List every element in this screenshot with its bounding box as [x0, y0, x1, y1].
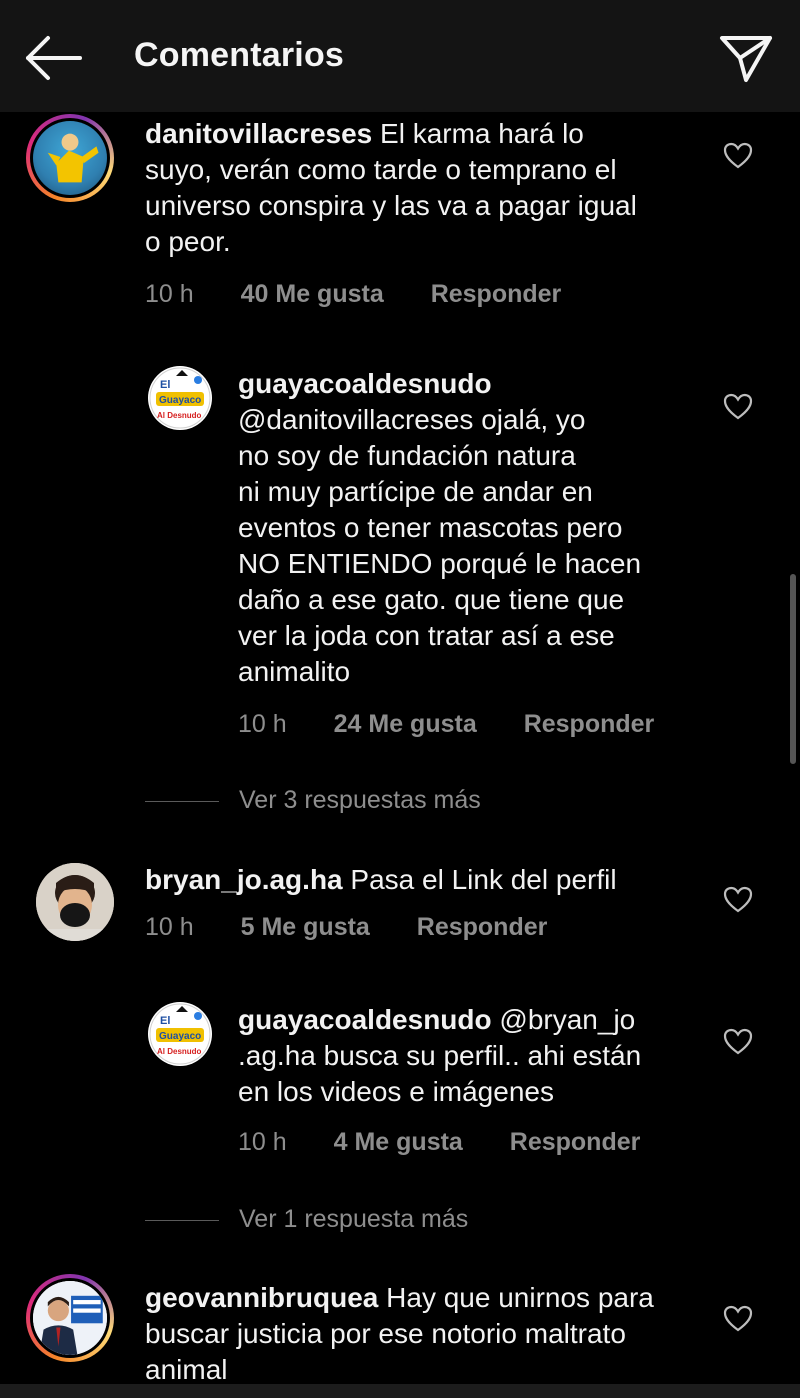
logo-text-bottom: Al Desnudo — [157, 1047, 202, 1056]
comment-text: bryan_jo.ag.ha Pasa el Link del perfil — [145, 862, 715, 898]
likes-count[interactable]: 4 Me gusta — [334, 1128, 463, 1156]
comment-body-line: NO ENTIENDO porqué le hacen — [238, 548, 642, 579]
reply-button[interactable]: Responder — [431, 280, 562, 308]
comment-body-line: no soy de fundación natura — [238, 440, 576, 471]
comment-time: 10 h — [145, 913, 194, 941]
avatar-photo-icon — [47, 133, 99, 183]
page-title: Comentarios — [134, 36, 345, 74]
logo-text-bottom: Al Desnudo — [157, 411, 202, 420]
heart-icon[interactable] — [723, 1305, 753, 1333]
avatar-photo-icon — [36, 863, 114, 941]
logo-text-top: El — [160, 379, 170, 391]
header-bar: Comentarios — [0, 0, 800, 112]
comment-time: 10 h — [145, 280, 194, 308]
comment-meta: 10 h 5 Me gusta Responder — [145, 913, 547, 942]
heart-icon[interactable] — [723, 393, 753, 421]
comment-text: danitovillacreses El karma hará lo suyo,… — [145, 116, 715, 260]
comment-username[interactable]: guayacoaldesnudo — [238, 1004, 492, 1035]
comment-meta: 10 h 40 Me gusta Responder — [145, 280, 561, 309]
comment-body-line: Hay que unirnos para — [386, 1282, 654, 1313]
avatar[interactable]: El Guayaco Al Desnudo — [148, 366, 212, 430]
view-more-replies[interactable]: Ver 3 respuestas más — [145, 786, 481, 815]
divider-line — [145, 1219, 219, 1221]
likes-count[interactable]: 5 Me gusta — [241, 913, 370, 941]
comment-time: 10 h — [238, 1128, 287, 1156]
comment-body-line: @bryan_jo — [499, 1004, 636, 1035]
comment-username[interactable]: danitovillacreses — [145, 118, 372, 149]
comment-body-line: ni muy partícipe de andar en — [238, 476, 593, 507]
comment-text: geovannibruquea Hay que unirnos para bus… — [145, 1280, 715, 1388]
scrollbar[interactable] — [790, 574, 796, 764]
comment-body-line: animal — [145, 1354, 228, 1385]
comment-body-line: en los videos e imágenes — [238, 1076, 554, 1107]
heart-icon[interactable] — [723, 142, 753, 170]
comment-meta: 10 h 4 Me gusta Responder — [238, 1128, 640, 1157]
avatar[interactable] — [36, 863, 114, 941]
reply-text: guayacoaldesnudo @danitovillacreses ojal… — [238, 366, 708, 690]
reply-button[interactable]: Responder — [510, 1128, 641, 1156]
likes-count[interactable]: 24 Me gusta — [334, 710, 477, 738]
divider-line — [145, 800, 219, 802]
likes-count[interactable]: 40 Me gusta — [241, 280, 384, 308]
comment-username[interactable]: geovannibruquea — [145, 1282, 378, 1313]
arrow-left-icon — [26, 36, 82, 80]
view-more-label: Ver 1 respuesta más — [239, 1205, 469, 1233]
logo-text-middle: Guayaco — [159, 1031, 201, 1042]
avatar[interactable] — [26, 1274, 114, 1362]
comment-body-line: eventos o tener mascotas pero — [238, 512, 623, 543]
comment-body-line: Pasa el Link del perfil — [350, 864, 617, 895]
avatar[interactable] — [26, 114, 114, 202]
comment-body-line: suyo, verán como tarde o temprano el — [145, 154, 617, 185]
guayaco-logo-icon: El Guayaco Al Desnudo — [149, 1003, 211, 1065]
reply-text: guayacoaldesnudo @bryan_jo .ag.ha busca … — [238, 1002, 708, 1110]
logo-text-middle: Guayaco — [159, 395, 201, 406]
reply-button[interactable]: Responder — [417, 913, 548, 941]
reply-button[interactable]: Responder — [524, 710, 655, 738]
avatar[interactable]: El Guayaco Al Desnudo — [148, 1002, 212, 1066]
back-button[interactable] — [22, 30, 86, 86]
comment-body-line: animalito — [238, 656, 351, 687]
bottom-bar — [0, 1384, 800, 1398]
comment-body-line: El karma hará lo — [380, 118, 584, 149]
comment-body-line: @danitovillacreses ojalá, yo — [238, 404, 586, 435]
comment-body-line: buscar justicia por ese notorio maltrato — [145, 1318, 626, 1349]
heart-icon[interactable] — [723, 886, 753, 914]
guayaco-logo-icon: El Guayaco Al Desnudo — [149, 367, 211, 429]
logo-text-top: El — [160, 1015, 170, 1027]
comment-body-line: ver la joda con tratar así a ese — [238, 620, 615, 651]
comment-body-line: daño a ese gato. que tiene que — [238, 584, 625, 615]
comment-username[interactable]: bryan_jo.ag.ha — [145, 864, 343, 895]
comment-meta: 10 h 24 Me gusta Responder — [238, 710, 654, 739]
view-more-replies[interactable]: Ver 1 respuesta más — [145, 1205, 468, 1234]
heart-icon[interactable] — [723, 1028, 753, 1056]
comment-body-line: universo conspira y las va a pagar igual — [145, 190, 637, 221]
comment-body-line: o peor. — [145, 226, 231, 257]
comment-username[interactable]: guayacoaldesnudo — [238, 368, 492, 399]
view-more-label: Ver 3 respuestas más — [239, 786, 481, 814]
comment-body-line: .ag.ha busca su perfil.. ahi están — [238, 1040, 642, 1071]
avatar-photo-icon — [33, 1281, 107, 1355]
comment-time: 10 h — [238, 710, 287, 738]
share-button[interactable] — [716, 30, 776, 86]
paper-plane-icon — [720, 36, 772, 82]
